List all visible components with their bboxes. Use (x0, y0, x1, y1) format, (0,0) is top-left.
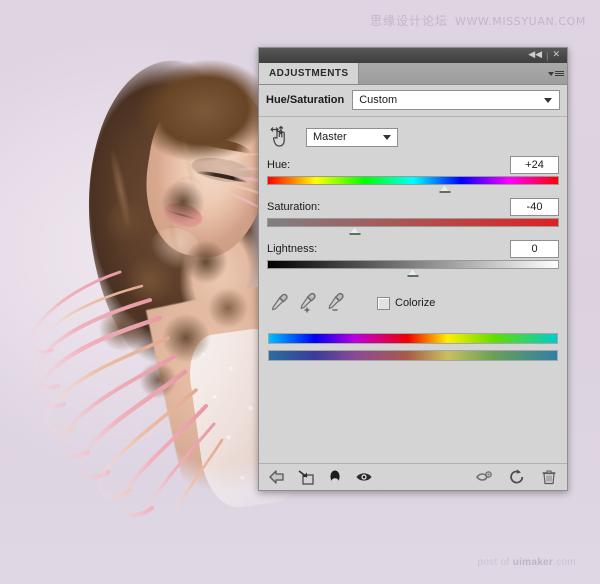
hue-slider-track[interactable] (267, 176, 559, 193)
toggle-layer-visibility-button[interactable] (325, 468, 345, 486)
lightness-value-field[interactable]: 0 (510, 240, 559, 258)
colorize-checkbox[interactable] (377, 296, 390, 310)
saturation-label: Saturation: (267, 201, 321, 213)
delete-adjustment-button[interactable] (539, 468, 559, 486)
eyedropper-add-icon[interactable] (297, 292, 319, 313)
channel-dropdown-value: Master (313, 131, 347, 143)
watermark-bottom: post of uimaker.com (477, 557, 576, 568)
watermark-bottom-prefix: post of (477, 557, 513, 568)
preset-dropdown-value: Custom (359, 94, 398, 106)
preset-row: Hue/Saturation Custom (259, 85, 567, 117)
adjustment-title: Hue/Saturation (266, 94, 345, 106)
chevron-down-icon (544, 97, 552, 103)
reset-adjustment-button[interactable] (507, 468, 527, 486)
colorize-checkbox-row[interactable]: Colorize (377, 296, 436, 310)
eyedropper-subtract-icon[interactable] (325, 292, 347, 313)
tab-adjustments-label: ADJUSTMENTS (269, 68, 349, 79)
slider-group-hue: Hue: +24 (259, 155, 567, 197)
lightness-value: 0 (531, 243, 538, 255)
lightness-label: Lightness: (267, 243, 318, 255)
watermark-top-url: WWW.MISSYUAN.COM (454, 15, 586, 28)
lightness-slider-header: Lightness: 0 (267, 239, 559, 259)
on-image-adjustment-hand-icon[interactable] (268, 125, 292, 149)
clip-to-layer-button[interactable] (296, 468, 316, 486)
hue-range-bar-source[interactable] (268, 333, 558, 344)
return-to-adjustment-list-button[interactable] (267, 468, 287, 486)
preview-eye-button[interactable] (354, 468, 374, 486)
panel-tabbar: ADJUSTMENTS (259, 63, 567, 85)
tabbar-filler (359, 63, 545, 84)
preset-dropdown[interactable]: Custom (352, 90, 560, 110)
view-previous-state-button[interactable] (475, 468, 495, 486)
hue-thumb-row (267, 185, 559, 197)
panel-menu-icon[interactable] (545, 63, 567, 84)
watermark-bottom-brand: uimaker (512, 557, 554, 568)
watermark-bottom-suffix: .com (553, 557, 576, 568)
tab-adjustments[interactable]: ADJUSTMENTS (259, 63, 360, 84)
hue-slider-header: Hue: +24 (267, 155, 559, 175)
watermark-top-cn: 思缘设计论坛 (369, 14, 448, 28)
panel-bottom-toolbar (259, 463, 567, 490)
lightness-slider-track[interactable] (267, 260, 559, 277)
hue-range-bars (259, 313, 567, 361)
hue-label: Hue: (267, 159, 291, 171)
close-panel-icon[interactable]: ✕ (549, 51, 563, 60)
saturation-value: -40 (526, 201, 543, 213)
lightness-slider-thumb[interactable] (407, 269, 419, 277)
saturation-slider-header: Saturation: -40 (267, 197, 559, 217)
chevron-down-icon (383, 134, 391, 140)
saturation-value-field[interactable]: -40 (510, 198, 559, 216)
watermark-top: 思缘设计论坛 WWW.MISSYUAN.COM (370, 12, 586, 29)
channel-dropdown[interactable]: Master (306, 127, 398, 147)
collapse-panel-icon[interactable]: ◀◀ (525, 51, 545, 60)
panel-menu-triangle (548, 71, 554, 76)
hue-value: +24 (525, 159, 544, 171)
panel-menu-lines (555, 71, 564, 76)
hue-value-field[interactable]: +24 (510, 156, 559, 174)
tools-row: Colorize (259, 281, 567, 313)
hue-range-bar-result[interactable] (268, 350, 558, 361)
saturation-thumb-row (267, 227, 559, 239)
saturation-slider-thumb[interactable] (349, 227, 361, 235)
colorize-label: Colorize (395, 297, 436, 309)
adjustments-panel: ◀◀ | ✕ ADJUSTMENTS Hue/Saturation Custom (258, 47, 568, 491)
saturation-slider-track[interactable] (267, 218, 559, 235)
hue-slider-thumb[interactable] (439, 185, 451, 193)
slider-group-lightness: Lightness: 0 (259, 239, 567, 281)
eyedropper-icon[interactable] (269, 293, 291, 313)
slider-group-saturation: Saturation: -40 (259, 197, 567, 239)
panel-titlebar: ◀◀ | ✕ (259, 48, 567, 63)
channel-row: Master (259, 117, 567, 155)
